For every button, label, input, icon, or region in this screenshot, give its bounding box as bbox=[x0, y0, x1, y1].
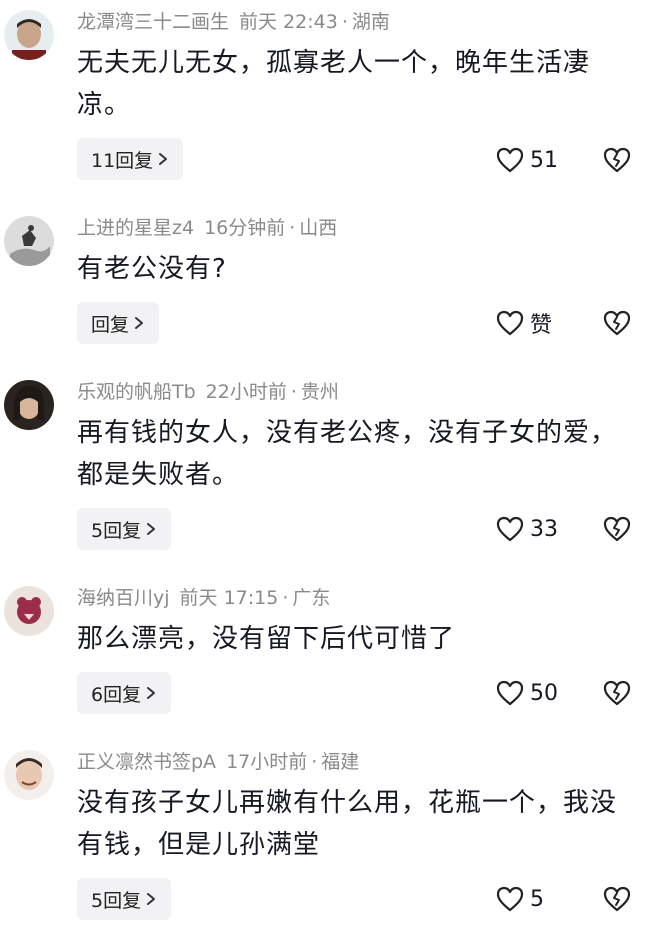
meta-separator: · bbox=[289, 217, 296, 239]
heart-outline-icon bbox=[496, 680, 524, 706]
comment-text: 没有孩子女儿再嫩有什么用，花瓶一个，我没有钱，但是儿孙满堂 bbox=[77, 788, 618, 860]
chevron-right-icon bbox=[147, 893, 156, 905]
meta-separator: · bbox=[282, 587, 289, 609]
dislike-button[interactable] bbox=[602, 515, 632, 543]
meta-separator: · bbox=[290, 381, 297, 403]
broken-heart-icon bbox=[603, 516, 631, 542]
comment-location: 山西 bbox=[299, 217, 338, 239]
reply-label: 回复 bbox=[91, 313, 130, 336]
chevron-right-icon bbox=[135, 317, 144, 329]
avatar-image bbox=[4, 216, 54, 266]
like-button[interactable]: 51 bbox=[496, 144, 558, 176]
dislike-button[interactable] bbox=[602, 146, 632, 174]
username[interactable]: 龙潭湾三十二画生 bbox=[77, 11, 229, 33]
comment-location: 福建 bbox=[321, 751, 360, 773]
username[interactable]: 乐观的帆船Tb bbox=[77, 381, 196, 403]
username[interactable]: 海纳百川yj bbox=[77, 587, 170, 609]
avatar[interactable] bbox=[4, 750, 54, 800]
username[interactable]: 上进的星星z4 bbox=[77, 217, 194, 239]
like-count: 5 bbox=[530, 886, 544, 912]
like-button[interactable]: 赞 bbox=[496, 307, 552, 339]
comment-meta: 上进的星星z4 16分钟前 · 山西 bbox=[77, 216, 347, 240]
like-button[interactable]: 5 bbox=[496, 883, 544, 915]
comment-time: 22小时前 bbox=[205, 381, 287, 403]
like-count: 33 bbox=[530, 516, 558, 542]
heart-outline-icon bbox=[496, 886, 524, 912]
avatar-image bbox=[4, 380, 54, 430]
meta-separator: · bbox=[341, 11, 348, 33]
broken-heart-icon bbox=[603, 886, 631, 912]
reply-label: 6回复 bbox=[91, 683, 142, 706]
view-replies-button[interactable]: 11回复 bbox=[77, 138, 184, 180]
avatar-image bbox=[4, 586, 54, 636]
avatar-image bbox=[4, 750, 54, 800]
comment-time: 17小时前 bbox=[226, 751, 308, 773]
comment-time: 前天 17:15 bbox=[179, 587, 279, 609]
comment-text: 再有钱的女人，没有老公疼，没有子女的爱，都是失败者。 bbox=[77, 418, 618, 490]
comment-time: 前天 22:43 bbox=[239, 11, 338, 33]
avatar-image bbox=[4, 10, 54, 60]
chevron-right-icon bbox=[159, 153, 168, 165]
reply-button[interactable]: 回复 bbox=[77, 302, 160, 344]
view-replies-button[interactable]: 6回复 bbox=[77, 672, 172, 714]
chevron-right-icon bbox=[147, 687, 156, 699]
view-replies-button[interactable]: 5回复 bbox=[77, 878, 172, 920]
like-button[interactable]: 50 bbox=[496, 677, 558, 709]
view-replies-button[interactable]: 5回复 bbox=[77, 508, 172, 550]
heart-outline-icon bbox=[496, 516, 524, 542]
broken-heart-icon bbox=[603, 310, 631, 336]
comment-time: 16分钟前 bbox=[204, 217, 286, 239]
comment-meta: 海纳百川yj 前天 17:15 · 广东 bbox=[77, 586, 340, 610]
chevron-right-icon bbox=[147, 523, 156, 535]
reply-label: 5回复 bbox=[91, 889, 142, 912]
comment-meta: 龙潭湾三十二画生 前天 22:43 · 湖南 bbox=[77, 10, 400, 34]
comment-location: 湖南 bbox=[351, 11, 390, 33]
comment-location: 广东 bbox=[292, 587, 331, 609]
reply-label: 11回复 bbox=[91, 149, 154, 172]
like-label: 赞 bbox=[530, 313, 553, 338]
dislike-button[interactable] bbox=[602, 309, 632, 337]
like-count: 50 bbox=[530, 680, 558, 706]
broken-heart-icon bbox=[603, 680, 631, 706]
comment-text: 无夫无儿无女，孤寡老人一个，晚年生活凄凉。 bbox=[77, 48, 591, 120]
heart-outline-icon bbox=[496, 147, 524, 173]
avatar[interactable] bbox=[4, 586, 54, 636]
comment-text: 那么漂亮，没有留下后代可惜了 bbox=[77, 624, 456, 654]
comment-meta: 正义凛然书签pA 17小时前 · 福建 bbox=[77, 750, 369, 774]
reply-label: 5回复 bbox=[91, 519, 142, 542]
meta-separator: · bbox=[311, 751, 318, 773]
dislike-button[interactable] bbox=[602, 679, 632, 707]
heart-outline-icon bbox=[496, 310, 524, 336]
like-button[interactable]: 33 bbox=[496, 513, 558, 545]
broken-heart-icon bbox=[603, 147, 631, 173]
like-count: 51 bbox=[530, 147, 558, 173]
avatar[interactable] bbox=[4, 10, 54, 60]
avatar[interactable] bbox=[4, 216, 54, 266]
dislike-button[interactable] bbox=[602, 885, 632, 913]
comment-text: 有老公没有? bbox=[77, 254, 227, 284]
username[interactable]: 正义凛然书签pA bbox=[77, 751, 216, 773]
avatar[interactable] bbox=[4, 380, 54, 430]
comment-location: 贵州 bbox=[300, 381, 339, 403]
comment-meta: 乐观的帆船Tb 22小时前 · 贵州 bbox=[77, 380, 349, 404]
